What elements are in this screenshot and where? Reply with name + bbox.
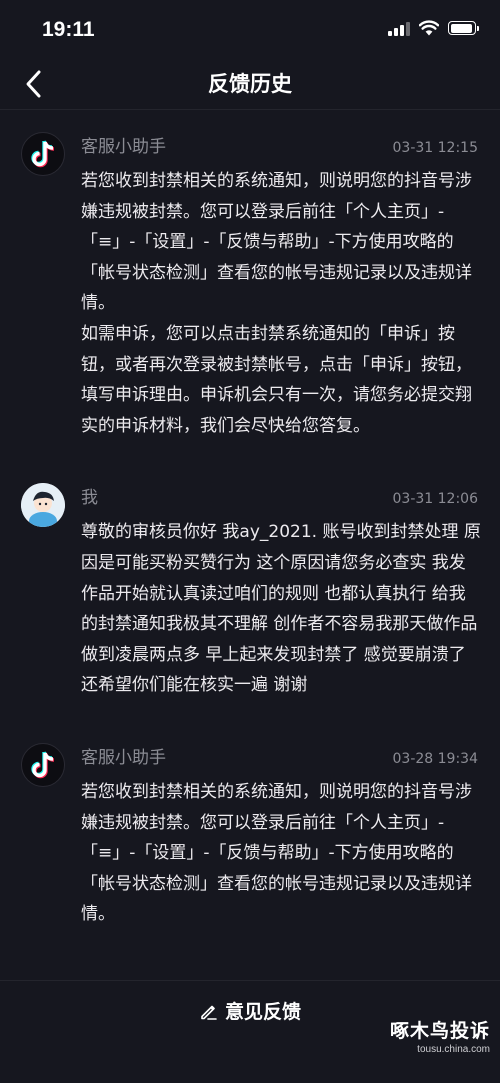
status-time: 19:11 bbox=[42, 18, 95, 41]
message-body: 若您收到封禁相关的系统通知，则说明您的抖音号涉嫌违规被封禁。您可以登录后前往「个… bbox=[81, 777, 481, 930]
user-avatar[interactable] bbox=[21, 483, 65, 528]
message-body: 尊敬的审核员你好 我ay_2021. 账号收到封禁处理 原因是可能买粉买赞行为 … bbox=[81, 517, 481, 701]
wifi-icon bbox=[419, 20, 439, 36]
watermark: 啄木鸟投诉 tousu.china.com bbox=[390, 1016, 490, 1055]
user-avatar-icon bbox=[21, 483, 65, 528]
sender-name: 我 bbox=[81, 488, 98, 509]
sender-name: 客服小助手 bbox=[81, 747, 166, 768]
message-item: 客服小助手 03-28 19:34 若您收到封禁相关的系统通知，则说明您的抖音号… bbox=[0, 701, 500, 930]
message-header: 客服小助手 03-28 19:34 bbox=[81, 743, 478, 768]
message-time: 03-28 19:34 bbox=[392, 750, 478, 767]
navigation-bar: 反馈历史 bbox=[0, 60, 500, 110]
message-paragraph: 若您收到封禁相关的系统通知，则说明您的抖音号涉嫌违规被封禁。您可以登录后前往「个… bbox=[81, 781, 472, 925]
message-time: 03-31 12:15 bbox=[392, 140, 478, 156]
pencil-icon bbox=[201, 1005, 217, 1020]
status-bar: 19:11 bbox=[0, 0, 500, 60]
message-header: 我 03-31 12:06 bbox=[81, 483, 478, 508]
tiktok-logo-icon bbox=[31, 751, 55, 779]
page-title: 反馈历史 bbox=[208, 72, 292, 96]
bottom-bar: 意见反馈 啄木鸟投诉 tousu.china.com bbox=[0, 980, 500, 1083]
feedback-history-list[interactable]: 客服小助手 03-31 12:15 若您收到封禁相关的系统通知，则说明您的抖音号… bbox=[0, 110, 500, 980]
message-item: 我 03-31 12:06 尊敬的审核员你好 我ay_2021. 账号收到封禁处… bbox=[0, 441, 500, 701]
message-body: 若您收到封禁相关的系统通知，则说明您的抖音号涉嫌违规被封禁。您可以登录后前往「个… bbox=[81, 166, 481, 441]
status-icons bbox=[388, 20, 479, 36]
support-avatar bbox=[21, 742, 65, 787]
message-time: 03-31 12:06 bbox=[392, 491, 478, 508]
battery-icon bbox=[448, 21, 479, 35]
watermark-title: 啄木鸟投诉 bbox=[389, 1020, 490, 1042]
message-paragraph: 尊敬的审核员你好 我ay_2021. 账号收到封禁处理 原因是可能买粉买赞行为 … bbox=[81, 522, 481, 696]
message-paragraph: 如需申诉，您可以点击封禁系统通知的「申诉」按钮，或者再次登录被封禁帐号，点击「申… bbox=[81, 323, 472, 436]
cellular-signal-icon bbox=[388, 20, 410, 36]
sender-name: 客服小助手 bbox=[81, 137, 166, 157]
tiktok-logo-icon bbox=[31, 140, 55, 168]
watermark-subtitle: tousu.china.com bbox=[417, 1044, 490, 1055]
message-header: 客服小助手 03-31 12:15 bbox=[81, 132, 478, 157]
message-paragraph: 若您收到封禁相关的系统通知，则说明您的抖音号涉嫌违规被封禁。您可以登录后前往「个… bbox=[81, 171, 472, 314]
feedback-label: 意见反馈 bbox=[224, 1001, 301, 1023]
message-item: 客服小助手 03-31 12:15 若您收到封禁相关的系统通知，则说明您的抖音号… bbox=[0, 110, 500, 441]
support-avatar bbox=[21, 132, 65, 176]
